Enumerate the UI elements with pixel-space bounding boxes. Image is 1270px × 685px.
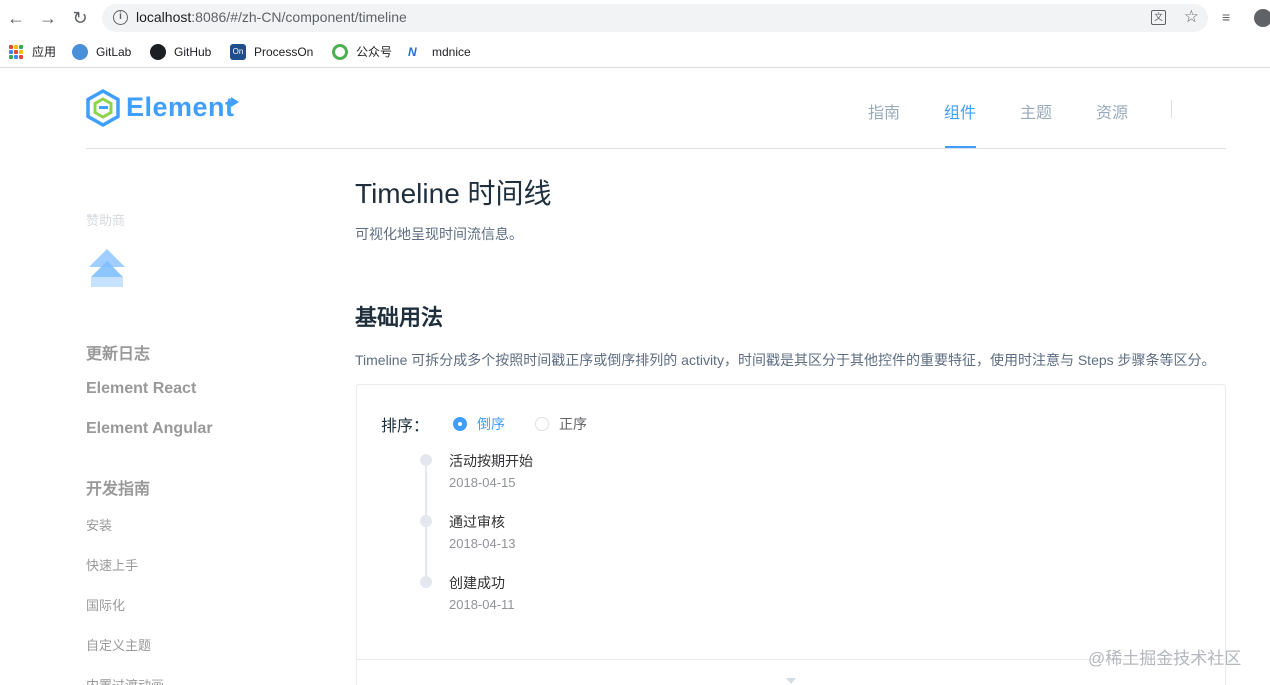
nav-component[interactable]: 组件 (944, 99, 976, 123)
sidebar-item-i18n[interactable]: 国际化 (86, 595, 125, 614)
bookmark-apps[interactable]: 应用 (9, 42, 56, 62)
timeline-timestamp: 2018-04-15 (449, 475, 516, 490)
timeline-content: 创建成功 (449, 575, 505, 591)
header-divider (86, 148, 1226, 149)
site-info-icon[interactable]: i (113, 10, 128, 25)
gitlab-icon (72, 43, 88, 60)
bookmark-github[interactable]: GitHub (150, 42, 211, 62)
expand-code-caret-icon[interactable] (786, 678, 796, 684)
bookmark-mdnice[interactable]: Nmdnice (408, 42, 471, 62)
radio-asc[interactable]: 正序 (535, 414, 587, 432)
url-host: localhost (136, 9, 192, 25)
sponsor-logo-icon[interactable] (89, 249, 125, 287)
logo-text[interactable]: Element (126, 92, 235, 123)
mdnice-icon: N (408, 44, 417, 59)
translate-icon[interactable]: 文 (1151, 10, 1166, 25)
sidebar-link-element-react[interactable]: Element React (86, 380, 196, 398)
timeline-node-icon (420, 576, 432, 588)
sidebar-item-install[interactable]: 安装 (86, 515, 112, 534)
timeline-content: 活动按期开始 (449, 453, 533, 469)
radio-dot-icon[interactable] (535, 417, 549, 432)
page-description: 可视化地呈现时间流信息。 (355, 226, 523, 242)
sort-label: 排序： (381, 418, 430, 435)
bookmark-label: GitHub (174, 45, 212, 59)
timeline-item: 创建成功 2018-04-11 (357, 573, 957, 634)
nav-divider (1171, 100, 1172, 118)
element-logo-icon[interactable] (85, 89, 121, 127)
sidebar-group-dev-guide: 开发指南 (86, 481, 151, 498)
page-title: Timeline 时间线 (355, 178, 552, 209)
sidebar-link-element-angular[interactable]: Element Angular (86, 420, 213, 438)
timeline-timestamp: 2018-04-13 (449, 536, 516, 551)
bookmark-gitlab[interactable]: GitLab (72, 42, 131, 62)
bookmark-wechat[interactable]: 公众号 (332, 42, 392, 62)
timeline-item: 活动按期开始 2018-04-15 (357, 451, 957, 512)
logo-flag-icon (231, 97, 239, 107)
back-icon[interactable]: ← (5, 7, 27, 29)
radio-desc[interactable]: 倒序 (453, 414, 505, 432)
watermark: @稀土掘金技术社区 (1088, 649, 1242, 668)
timeline-node-icon (420, 515, 432, 527)
profile-avatar[interactable] (1254, 9, 1270, 27)
processon-icon: On (230, 43, 246, 60)
github-icon (150, 43, 166, 60)
nav-resource[interactable]: 资源 (1096, 99, 1128, 123)
reading-list-icon[interactable]: ≡ (1222, 9, 1230, 25)
radio-label[interactable]: 倒序 (477, 416, 505, 432)
timeline-item: 通过审核 2018-04-13 (357, 512, 957, 573)
timeline-timestamp: 2018-04-11 (449, 597, 515, 612)
sidebar-item-quickstart[interactable]: 快速上手 (86, 555, 138, 574)
apps-grid-icon (9, 44, 23, 59)
radio-label[interactable]: 正序 (559, 416, 587, 432)
url-text[interactable]: localhost:8086/#/zh-CN/component/timelin… (136, 9, 407, 25)
wechat-official-icon (332, 43, 348, 60)
bookmark-label: 应用 (32, 45, 57, 59)
browser-toolbar: ← → ↻ i localhost:8086/#/zh-CN/component… (0, 0, 1270, 37)
bookmark-label: ProcessOn (254, 45, 314, 59)
timeline-node-icon (420, 454, 432, 466)
sponsor-label: 赞助商 (86, 213, 126, 228)
sidebar-item-transition[interactable]: 内置过渡动画 (86, 675, 164, 685)
address-bar[interactable]: i localhost:8086/#/zh-CN/component/timel… (102, 4, 1208, 32)
sidebar-link-changelog[interactable]: 更新日志 (86, 340, 150, 364)
bookmark-label: 公众号 (356, 45, 393, 59)
bookmark-label: GitLab (96, 45, 132, 59)
bookmark-label: mdnice (432, 45, 471, 59)
forward-icon[interactable]: → (37, 7, 59, 29)
sidebar-item-custom-theme[interactable]: 自定义主题 (86, 635, 151, 654)
section-description: Timeline 可拆分成多个按照时间戳正序或倒序排列的 activity，时间… (355, 352, 1216, 368)
reload-icon[interactable]: ↻ (69, 7, 91, 29)
nav-guide[interactable]: 指南 (868, 99, 900, 123)
radio-dot-icon[interactable] (453, 417, 467, 432)
timeline-content: 通过审核 (449, 514, 505, 530)
section-title: 基础用法 (355, 305, 444, 330)
bookmark-processon[interactable]: On ProcessOn (230, 42, 313, 62)
bookmarks-bar: 应用 GitLab GitHub On ProcessOn 公众号 Nmdnice (0, 37, 1270, 68)
url-path: :8086/#/zh-CN/component/timeline (191, 9, 407, 25)
bookmark-star-icon[interactable]: ☆ (1184, 7, 1199, 27)
demo-block: 排序： 倒序 正序 活动按期开始 2018-04-15 通过审核 2018-04… (356, 384, 1226, 685)
nav-theme[interactable]: 主题 (1020, 99, 1052, 123)
